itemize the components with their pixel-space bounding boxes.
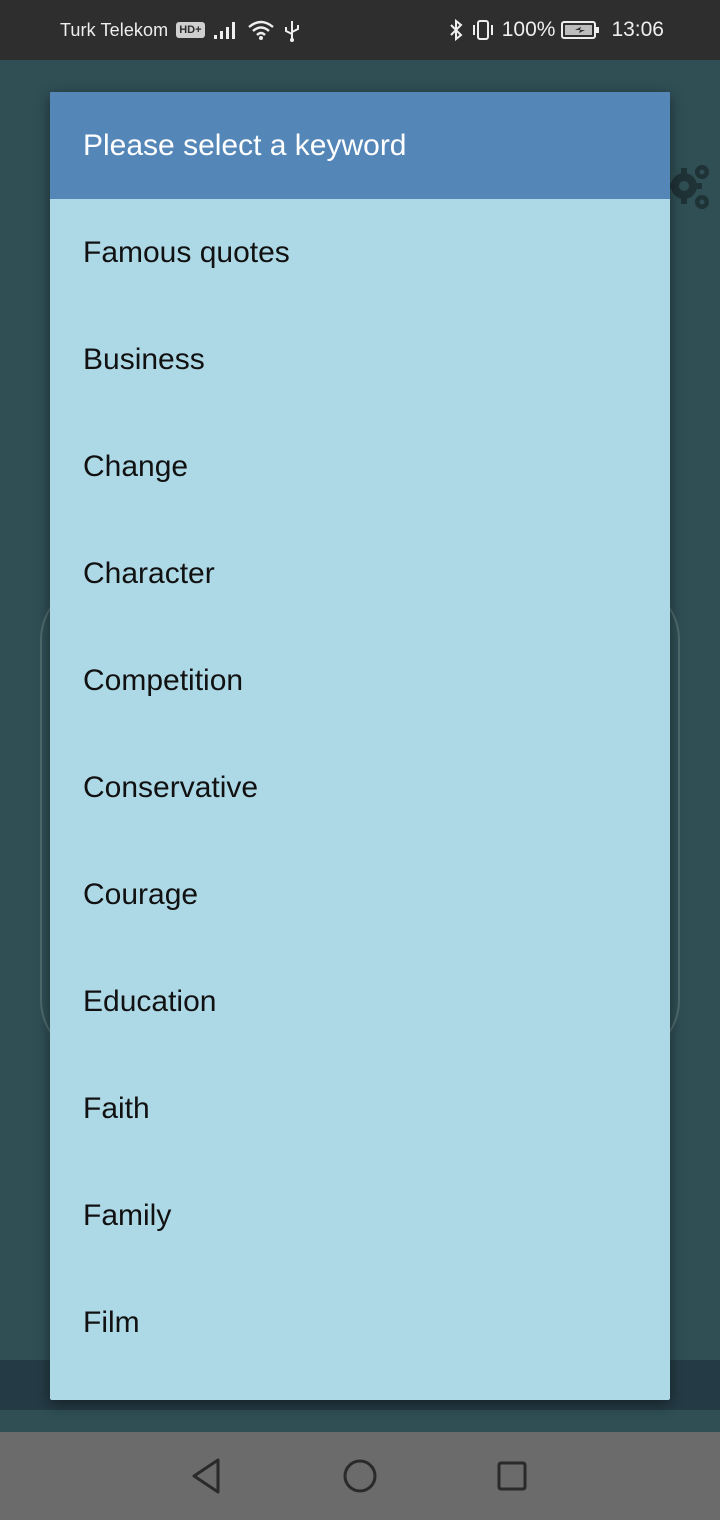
- keyword-item[interactable]: Business: [50, 306, 670, 413]
- battery-charging-icon: [561, 19, 601, 41]
- keyword-item[interactable]: Family: [50, 1162, 670, 1269]
- keyword-item[interactable]: Faith: [50, 1055, 670, 1162]
- keyword-item[interactable]: Character: [50, 520, 670, 627]
- recent-apps-button[interactable]: [490, 1454, 534, 1498]
- back-icon: [192, 1458, 220, 1494]
- dialog-title: Please select a keyword: [83, 128, 407, 162]
- status-bar-left: Turk Telekom HD+: [60, 0, 301, 60]
- keyword-list: Famous quotes Business Change Character …: [50, 199, 670, 1376]
- back-button[interactable]: [184, 1454, 228, 1498]
- hd-badge: HD+: [176, 22, 205, 38]
- home-button[interactable]: [338, 1454, 382, 1498]
- keyword-item[interactable]: Change: [50, 413, 670, 520]
- signal-icon: [213, 20, 239, 40]
- keyword-item[interactable]: Competition: [50, 627, 670, 734]
- recent-apps-icon: [497, 1461, 527, 1491]
- navigation-bar: [0, 1432, 720, 1520]
- keyword-item[interactable]: Conservative: [50, 734, 670, 841]
- keyword-item[interactable]: Courage: [50, 841, 670, 948]
- dialog-header: Please select a keyword: [50, 92, 670, 199]
- wifi-icon: [247, 19, 275, 41]
- keyword-item[interactable]: Famous quotes: [50, 199, 670, 306]
- keyword-item[interactable]: Film: [50, 1269, 670, 1376]
- status-bar: Turk Telekom HD+ 100% 13:06: [0, 0, 720, 60]
- vibrate-icon: [470, 18, 496, 42]
- carrier-name: Turk Telekom: [60, 19, 169, 40]
- keyword-item[interactable]: Education: [50, 948, 670, 1055]
- home-icon: [343, 1459, 377, 1493]
- bluetooth-icon: [448, 18, 464, 42]
- clock: 13:06: [611, 18, 664, 41]
- usb-icon: [283, 18, 301, 42]
- keyword-dialog: Please select a keyword Famous quotes Bu…: [50, 92, 670, 1400]
- battery-percent: 100%: [501, 18, 556, 41]
- status-bar-right: 100% 13:06: [448, 0, 664, 60]
